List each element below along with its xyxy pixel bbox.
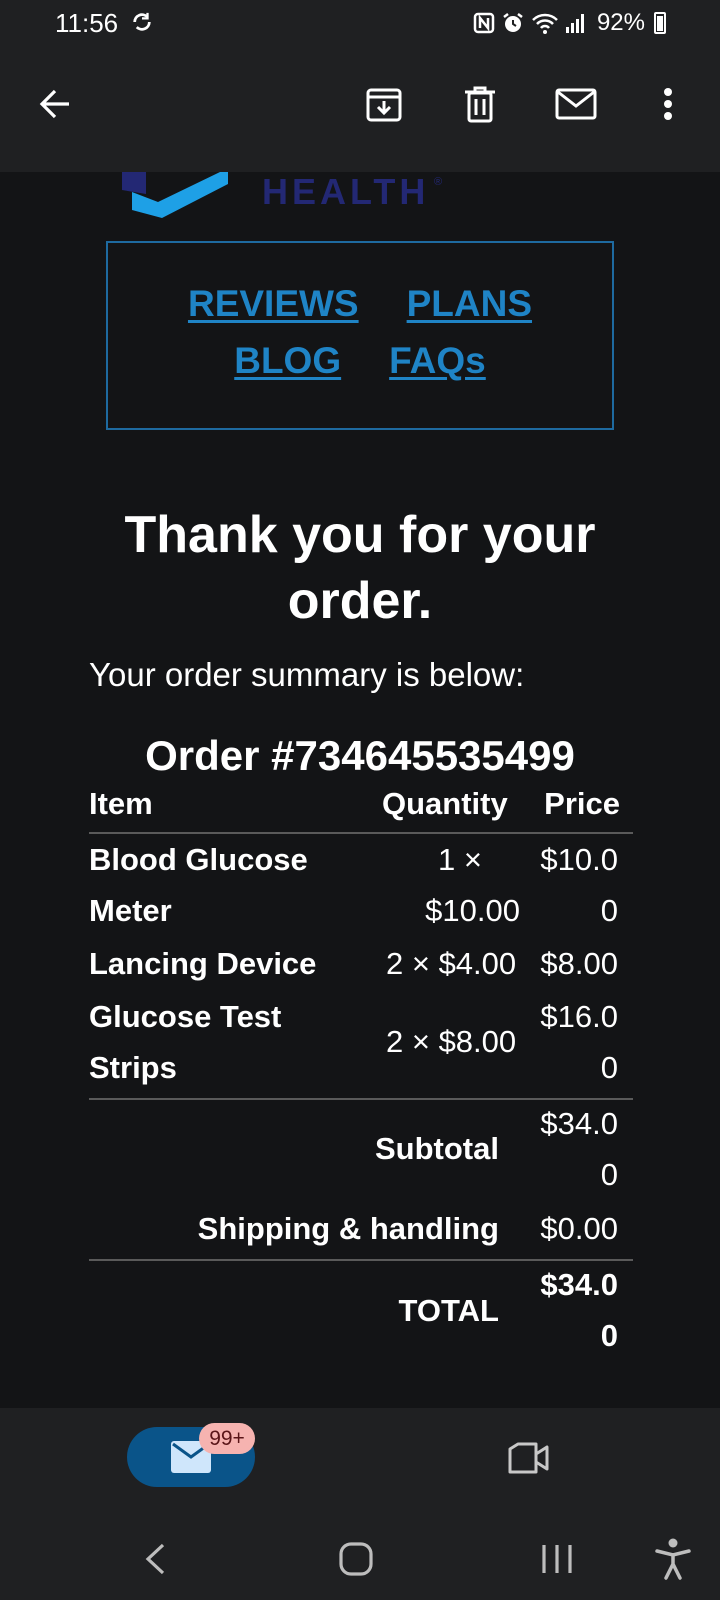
- brand-word: HEALTH: [262, 172, 430, 212]
- status-bar: 11:56 92%: [0, 0, 720, 48]
- row1-qty-cont: $10.00: [425, 893, 520, 928]
- status-time: 11:56: [55, 8, 119, 38]
- row3-price: $16.0: [540, 999, 618, 1034]
- total-value: $34.0: [540, 1267, 618, 1302]
- battery-icon: [654, 12, 666, 34]
- home-icon: [339, 1542, 373, 1576]
- archive-button[interactable]: [360, 80, 408, 128]
- row2-price: $8.00: [540, 946, 618, 981]
- back-icon: [145, 1543, 165, 1575]
- row1-qty: 1 ×: [438, 842, 482, 877]
- system-navigation: [0, 1518, 720, 1600]
- summary-text: Your order summary is below:: [89, 656, 525, 693]
- signal-icon: [565, 14, 584, 33]
- total-value-cont: 0: [600, 1318, 618, 1353]
- video-icon: [508, 1442, 549, 1474]
- logo-mark-icon: [122, 172, 228, 218]
- subtotal-value: $34.0: [540, 1106, 618, 1141]
- email-body: HEALTH ® REVIEWS PLANS BLOG FAQs Thank y…: [0, 172, 720, 1408]
- app-bar: [0, 48, 720, 172]
- subtotal-label: Subtotal: [375, 1131, 499, 1166]
- email-nav-box: REVIEWS PLANS BLOG FAQs: [106, 241, 614, 430]
- bottom-navigation: 99+: [0, 1408, 720, 1518]
- delete-button[interactable]: [456, 80, 504, 128]
- sync-icon: [133, 12, 151, 31]
- subtotal-value-cont: 0: [600, 1157, 618, 1192]
- shipping-value: $0.00: [540, 1211, 618, 1246]
- archive-icon: [366, 88, 402, 122]
- nav-link-plans[interactable]: PLANS: [407, 283, 532, 325]
- row1-item: Blood Glucose: [89, 842, 308, 877]
- more-vert-icon: [664, 88, 672, 120]
- nav-link-blog[interactable]: BLOG: [234, 340, 341, 382]
- row3-qty: 2 × $8.00: [386, 1024, 517, 1059]
- brand-logo: HEALTH ®: [122, 172, 452, 222]
- back-arrow-icon: [39, 89, 69, 119]
- table-header-quantity: Quantity: [382, 786, 508, 821]
- system-back-button[interactable]: [128, 1532, 182, 1586]
- alarm-icon: [503, 13, 523, 32]
- order-number: Order #734645535499: [145, 732, 575, 779]
- nfc-icon: [473, 12, 495, 34]
- row3-price-cont: 0: [600, 1050, 618, 1085]
- mark-unread-button[interactable]: [552, 80, 600, 128]
- table-header-price: Price: [544, 786, 620, 821]
- thank-you-heading: Thank you for your order.: [124, 506, 596, 630]
- more-options-button[interactable]: [644, 80, 692, 128]
- trash-icon: [465, 86, 495, 123]
- system-home-button[interactable]: [329, 1532, 383, 1586]
- row1-price-cont: 0: [600, 893, 618, 928]
- row1-price: $10.0: [540, 842, 618, 877]
- back-button[interactable]: [31, 80, 79, 128]
- recents-icon: [542, 1545, 572, 1573]
- accessibility-icon: [655, 1538, 691, 1580]
- meet-tab[interactable]: [505, 1438, 553, 1478]
- unread-badge: 99+: [199, 1423, 255, 1454]
- row2-item: Lancing Device: [89, 946, 317, 981]
- row3-item: Glucose Test: [89, 999, 282, 1034]
- row3-item-cont: Strips: [89, 1050, 177, 1085]
- status-icons: 92%: [473, 8, 666, 38]
- accessibility-button[interactable]: [646, 1532, 700, 1586]
- table-header-item: Item: [89, 786, 153, 821]
- system-recents-button[interactable]: [530, 1532, 584, 1586]
- nav-link-reviews[interactable]: REVIEWS: [188, 283, 359, 325]
- row1-item-cont: Meter: [89, 893, 172, 928]
- battery-percent: 92%: [596, 9, 645, 36]
- wifi-icon: [532, 13, 558, 34]
- row2-qty: 2 × $4.00: [386, 946, 517, 981]
- nav-link-faqs[interactable]: FAQs: [389, 340, 486, 382]
- shipping-label: Shipping & handling: [197, 1211, 499, 1246]
- mail-icon: [555, 88, 597, 120]
- brand-registered-mark: ®: [434, 176, 443, 188]
- total-label: TOTAL: [398, 1293, 499, 1328]
